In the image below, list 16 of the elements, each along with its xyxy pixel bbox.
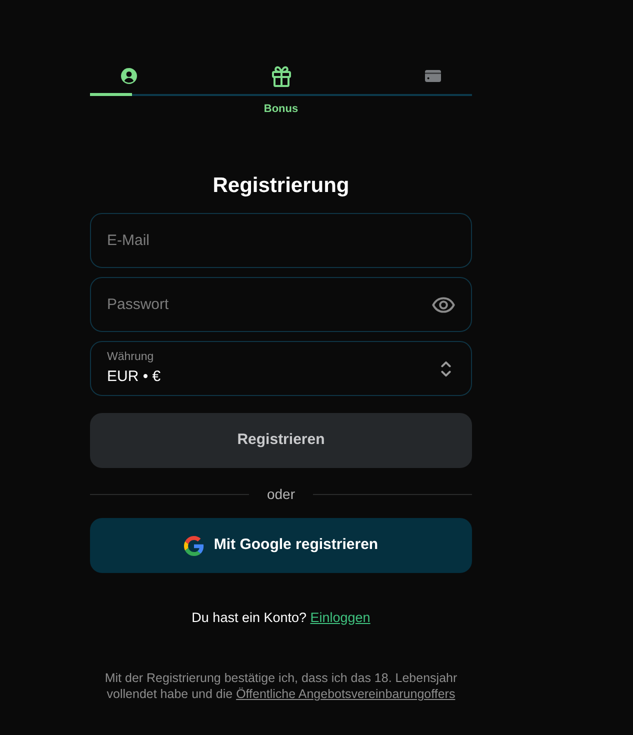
google-signup-button[interactable]: Mit Google registrieren [90,518,472,573]
show-password-icon[interactable] [432,297,455,313]
selected-value: EUR • € [107,367,162,387]
login-link[interactable]: Einloggen [310,610,370,625]
step-label: Bonus [264,103,298,116]
google-logo-icon [184,536,204,556]
terms-link[interactable]: Öffentliche Angebotsvereinbarungoffers [236,687,456,701]
up-down-chevron-icon [441,360,451,376]
divider-text: oder [266,485,296,504]
field-label: Währung [107,350,155,364]
password-field[interactable]: Passwort [90,277,472,332]
form-title: Registrierung [212,174,350,198]
currency-select[interactable]: Währung EUR • € [90,341,472,396]
terms-text: Mit der Registrierung bestätige ich, dass ich das 18. Lebensjahr vollendet habe und die Öffentliche Angebotsvereinbarungoffers [104,670,458,702]
email-field[interactable]: E-Mail [90,213,472,268]
login-prompt: Du hast ein Konto? Einloggen [190,609,372,627]
